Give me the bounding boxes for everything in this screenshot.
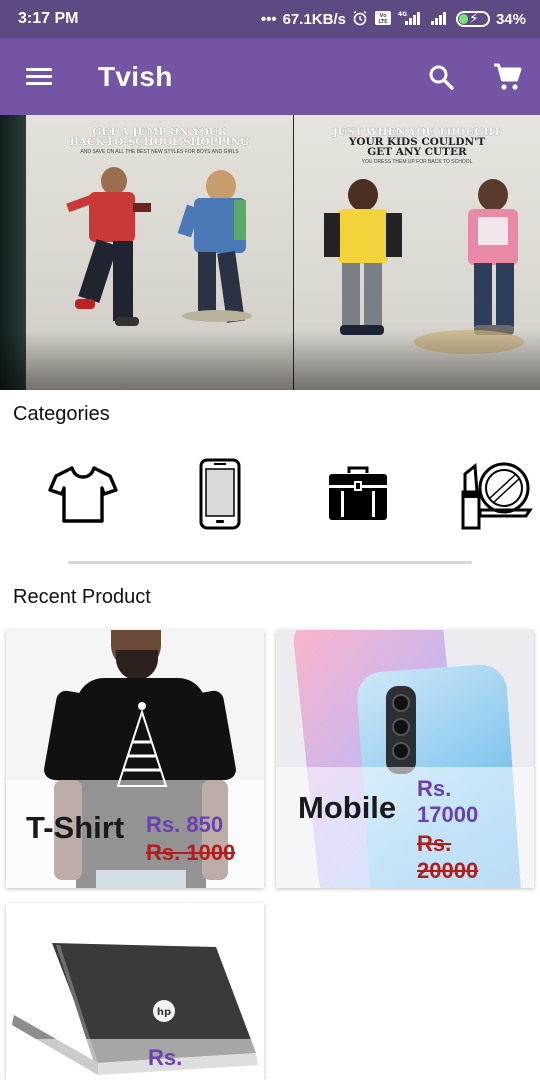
- battery-percent: 34%: [495, 10, 526, 28]
- search-icon: [429, 65, 454, 90]
- status-bar: 3:17 PM ••• 67.1KB/s Vo LTE 4G ⚡ 34%: [0, 0, 540, 38]
- product-old-price-currency: Rs.: [417, 831, 452, 856]
- alarm-icon: [352, 10, 368, 29]
- product-name: T-Shirt: [26, 810, 125, 845]
- banner-headline-line3: GET ANY CUTER: [367, 146, 467, 158]
- svg-text:hp: hp: [157, 1007, 171, 1018]
- category-bags[interactable]: [318, 455, 398, 533]
- search-button[interactable]: [408, 38, 474, 115]
- mobile-icon: [199, 458, 241, 530]
- product-card-mobile[interactable]: Mobile Rs. 17000 Rs. 20000: [276, 630, 534, 888]
- briefcase-icon: [329, 466, 387, 520]
- product-old-price: Rs. 1000: [146, 840, 236, 865]
- categories-heading: Categories: [13, 403, 110, 425]
- network-speed: 67.1KB/s: [282, 10, 346, 28]
- category-tshirt[interactable]: [43, 455, 123, 533]
- status-time: 3:17 PM: [18, 10, 79, 27]
- volte-icon: Vo LTE: [374, 10, 392, 29]
- more-dots-icon: •••: [260, 10, 277, 28]
- banner-photo-kid-pink-top: [462, 179, 526, 344]
- cart-button[interactable]: [474, 38, 540, 115]
- product-price: 17000: [417, 802, 479, 827]
- cart-icon: [494, 63, 522, 90]
- recent-product-heading: Recent Product: [13, 586, 151, 608]
- banner-subtext: YOU DRESS THEM UP FOR BACK TO SCHOOL: [361, 159, 473, 165]
- product-price-currency: Rs.: [417, 776, 452, 801]
- product-price: Rs. 850: [146, 812, 224, 837]
- product-card-tshirt[interactable]: T-Shirt Rs. 850 Rs. 1000: [6, 630, 264, 888]
- categories-row: [0, 455, 540, 533]
- banner-photo-kid-blue-jacket: [176, 170, 271, 340]
- section-divider: [68, 561, 472, 564]
- signal-4g-icon: 4G: [398, 10, 424, 29]
- product-card-laptop[interactable]: hp Rs.: [6, 903, 264, 1080]
- menu-icon: [26, 67, 52, 86]
- status-indicators: ••• 67.1KB/s Vo LTE 4G ⚡ 34%: [261, 10, 526, 29]
- svg-text:LTE: LTE: [378, 19, 388, 25]
- cosmetics-icon: [461, 462, 533, 530]
- category-mobile[interactable]: [180, 455, 260, 533]
- banner-carousel[interactable]: GET A JUMP ON YOUR BACK-TO-SCHOOL SHOPPI…: [0, 115, 540, 390]
- banner-headline-line2: BACK-TO-SCHOOL SHOPPING: [69, 136, 250, 148]
- svg-text:4G: 4G: [398, 11, 407, 18]
- banner-photo-kid-red-shirt: [61, 167, 156, 342]
- tshirt-icon: [48, 466, 118, 523]
- banner-subtext: AND SAVE ON ALL THE BEST NEW STYLES FOR …: [80, 149, 239, 155]
- banner-photo-kid-yellow-shirt: [324, 179, 404, 344]
- product-name: Mobile: [298, 790, 397, 825]
- app-title: Tvish: [98, 60, 173, 92]
- product-old-price: 20000: [417, 858, 479, 883]
- category-cosmetics[interactable]: [458, 455, 538, 533]
- battery-icon: ⚡: [455, 10, 490, 27]
- signal-icon: [430, 10, 450, 29]
- app-bar: Tvish: [0, 38, 540, 115]
- menu-button[interactable]: [0, 38, 78, 115]
- product-price-currency: Rs.: [148, 1045, 183, 1070]
